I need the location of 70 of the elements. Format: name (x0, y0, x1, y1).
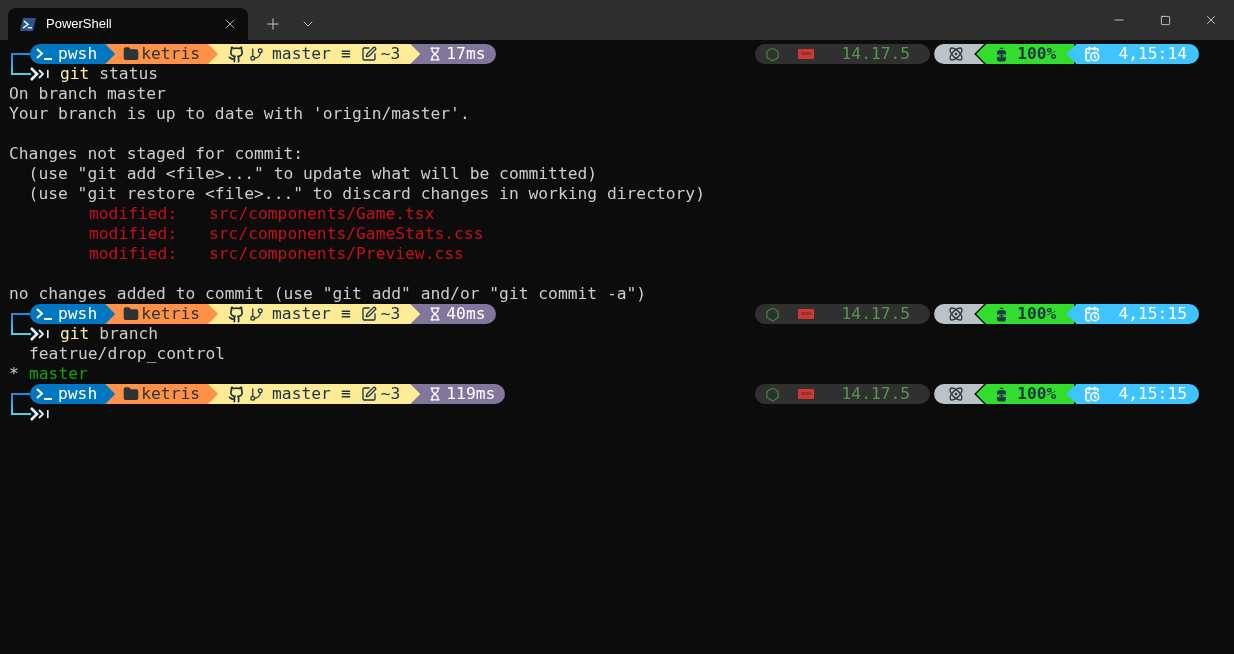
branch-name: featrue/drop_control (29, 344, 226, 364)
branch-icon (249, 306, 265, 322)
atom-icon (948, 386, 965, 402)
output-line: no changes added to commit (use "git add" and/or "git commit -a") (9, 284, 647, 303)
folder-segment: ketris (105, 44, 219, 64)
github-icon (228, 305, 246, 323)
hourglass-icon (428, 307, 443, 321)
close-icon[interactable] (1204, 13, 1218, 27)
edit-icon (360, 386, 377, 402)
output-line: Changes not staged for commit: (9, 144, 304, 163)
git-segment: master ≡ ~3 (208, 384, 421, 404)
powershell-icon (20, 17, 36, 31)
branch-icon (249, 46, 265, 62)
calendar-clock-icon (1084, 306, 1101, 322)
branch-name: master (29, 364, 88, 384)
status-label: modified: (89, 204, 179, 224)
github-icon (228, 385, 246, 403)
battery-segment: 100% (976, 384, 1075, 404)
shell-segment: pwsh (30, 384, 116, 404)
file-path: src/components/Preview.css (209, 244, 464, 264)
status-label: modified: (89, 244, 179, 264)
edit-icon (360, 46, 377, 62)
calendar-clock-icon (1084, 386, 1101, 402)
terminal-prompt-icon (36, 48, 52, 60)
folder-segment: ketris (105, 384, 219, 404)
connector-line (11, 53, 31, 75)
maximize-icon[interactable] (1159, 14, 1171, 26)
terminal-tab[interactable]: PowerShell (8, 8, 248, 40)
output-line: On branch master (9, 84, 166, 103)
folder-segment: ketris (105, 304, 219, 324)
prompt-chevron-icon (30, 67, 50, 81)
time-segment: 4,15:15 (1066, 384, 1199, 404)
prompt-chevron-icon (30, 327, 50, 341)
hourglass-icon (428, 47, 443, 61)
git-segment: master ≡ ~3 (208, 44, 421, 64)
node-segment: 14.17.5 (754, 384, 931, 404)
battery-segment: 100% (976, 304, 1075, 324)
folder-icon (123, 386, 140, 402)
shell-segment: pwsh (30, 304, 116, 324)
output-line: (use "git add <file>..." to update what will be committed) (27, 164, 598, 183)
folder-icon (123, 306, 140, 322)
calendar-clock-icon (1084, 46, 1101, 62)
command-text: git branch (60, 324, 159, 344)
terminal-prompt-icon (36, 308, 52, 320)
time-segment: 4,15:15 (1066, 304, 1199, 324)
prompt-chevron-icon (30, 407, 50, 421)
node-segment: 14.17.5 (754, 304, 931, 324)
time-segment: 4,15:14 (1066, 44, 1199, 64)
atom-icon (948, 46, 965, 62)
terminal-prompt-icon (36, 388, 52, 400)
git-segment: master ≡ ~3 (208, 304, 421, 324)
output-line: (use "git restore <file>..." to discard changes in working directory) (27, 184, 705, 203)
node-segment: 14.17.5 (754, 44, 931, 64)
output-line: Your branch is up to date with 'origin/master'. (9, 104, 470, 123)
github-icon (228, 45, 246, 63)
status-label: modified: (89, 224, 179, 244)
edit-icon (360, 306, 377, 322)
branch-icon (249, 386, 265, 402)
new-tab-icon[interactable] (264, 15, 282, 33)
folder-icon (123, 46, 140, 62)
file-path: src/components/Game.tsx (209, 204, 435, 224)
command-text: git status (60, 64, 159, 84)
hourglass-icon (428, 387, 443, 401)
connector-line (11, 313, 31, 335)
atom-icon (948, 306, 965, 322)
connector-line (11, 393, 31, 415)
file-path: src/components/GameStats.css (209, 224, 484, 244)
shell-segment: pwsh (30, 44, 116, 64)
current-marker: * (9, 364, 19, 383)
battery-segment: 100% (976, 44, 1075, 64)
